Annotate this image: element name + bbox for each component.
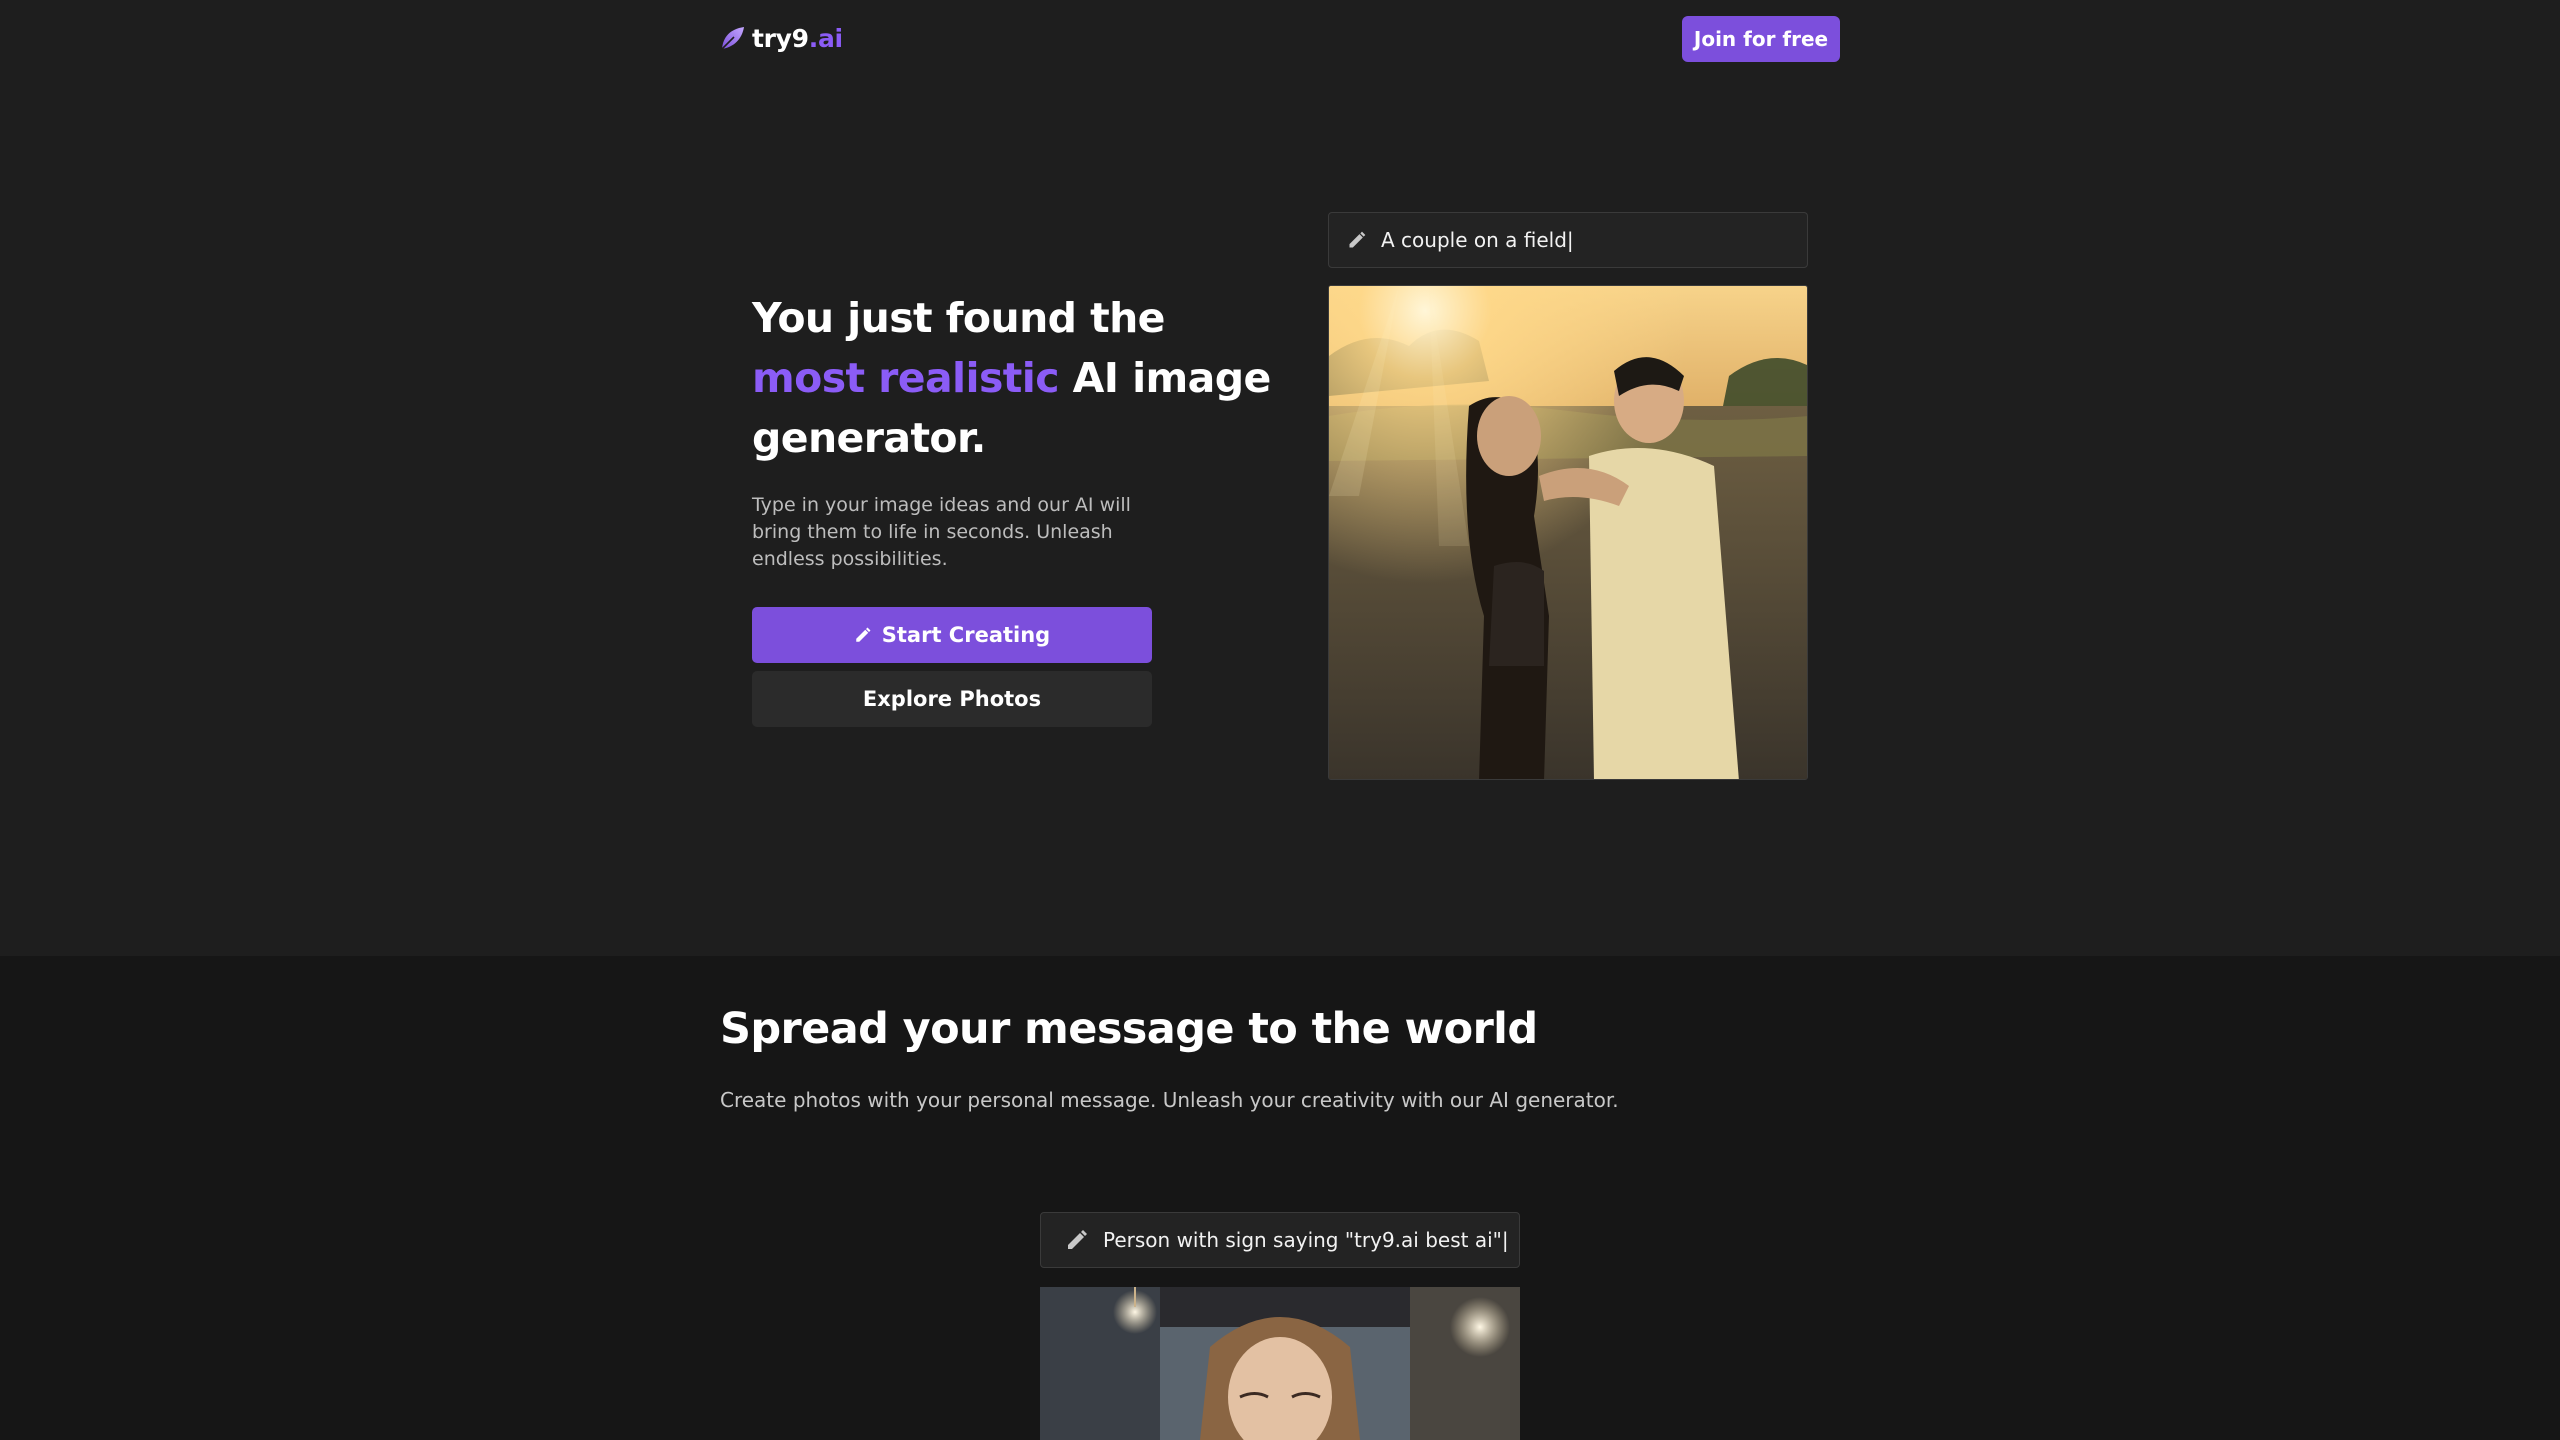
start-creating-button[interactable]: Start Creating (752, 607, 1152, 663)
hero-prompt-text: A couple on a field| (1381, 228, 1574, 252)
hero-prompt-box[interactable]: A couple on a field| (1328, 212, 1808, 268)
page: try9.ai Join for free You just found the… (0, 0, 2560, 1440)
section-description: Create photos with your personal message… (720, 1088, 1619, 1112)
sign-prompt-box[interactable]: Person with sign saying "try9.ai best ai… (1040, 1212, 1520, 1268)
hero-title-rest: AI image (1072, 354, 1272, 402)
hero-title-line3: generator. (752, 414, 986, 462)
person-sign-photo (1040, 1287, 1520, 1440)
pencil-icon (854, 626, 872, 644)
sign-prompt-text: Person with sign saying "try9.ai best ai… (1103, 1228, 1509, 1252)
explore-photos-label: Explore Photos (862, 687, 1042, 711)
leaf-logo-icon (721, 27, 744, 50)
start-creating-label: Start Creating (881, 623, 1051, 647)
brand-name-accent: .ai (808, 23, 843, 53)
pencil-icon (1347, 230, 1367, 250)
brand-logo[interactable]: try9.ai (720, 22, 843, 54)
pencil-icon (1065, 1228, 1089, 1252)
join-for-free-button[interactable]: Join for free (1682, 16, 1840, 62)
couple-field-photo (1328, 285, 1808, 780)
hero-title: You just found the most realistic AI ima… (752, 288, 1312, 468)
explore-photos-button[interactable]: Explore Photos (752, 671, 1152, 727)
section-title: Spread your message to the world (720, 1004, 1538, 1054)
site-header: try9.ai Join for free (0, 0, 2560, 76)
hero-title-line1: You just found the (752, 294, 1165, 342)
hero-title-highlight: most realistic (752, 354, 1060, 402)
brand-name: try9.ai (752, 23, 843, 53)
hero-description: Type in your image ideas and our AI will… (752, 494, 1131, 570)
